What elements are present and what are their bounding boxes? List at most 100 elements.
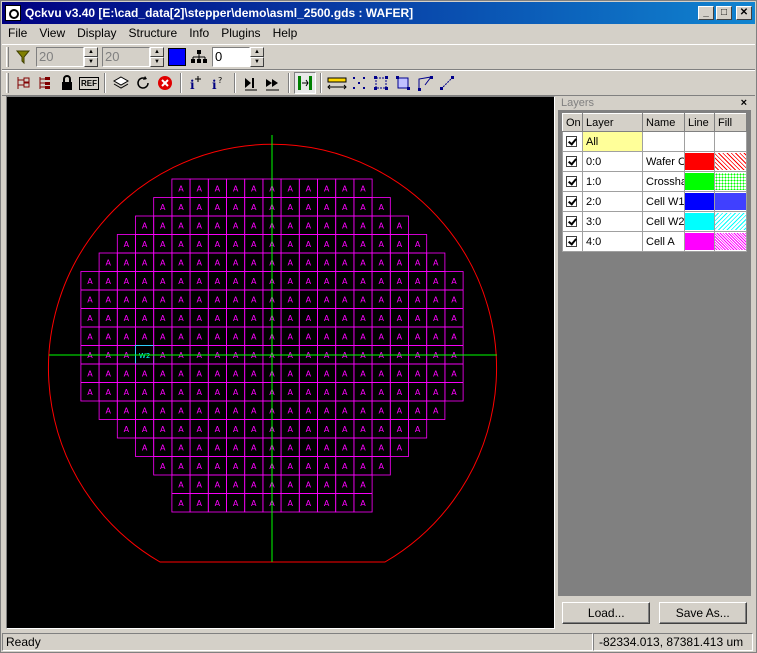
layer-row[interactable]: 4:0 Cell A xyxy=(562,231,747,252)
cell-label: A xyxy=(124,369,130,378)
select-line-icon[interactable] xyxy=(436,72,458,94)
layer-row[interactable]: 1:0 Crossha xyxy=(562,171,747,192)
layer-visible-checkbox[interactable] xyxy=(562,151,583,172)
spin-up-icon[interactable]: ▲ xyxy=(84,47,98,57)
spin-up-icon[interactable]: ▲ xyxy=(250,47,264,57)
color-swatch-button[interactable] xyxy=(166,46,188,68)
cell-label: A xyxy=(287,462,293,471)
layer-visible-checkbox[interactable] xyxy=(562,131,583,152)
spin-down-icon[interactable]: ▼ xyxy=(84,57,98,67)
hierarchy-icon[interactable] xyxy=(188,46,210,68)
tree-view-icon[interactable] xyxy=(12,72,34,94)
layer-row[interactable]: All xyxy=(562,131,747,152)
info-query-icon[interactable]: i? xyxy=(208,72,230,94)
cell-label: A xyxy=(324,221,330,230)
cell-label: A xyxy=(251,295,257,304)
wafer-drawing[interactable]: A A A A A A A A A A A A A A A A A A A A A A A A A A A A A A A A A A A A A A A A… xyxy=(7,97,554,628)
layer-line-color[interactable] xyxy=(684,171,715,192)
maximize-button[interactable]: □ xyxy=(716,6,732,20)
refresh-icon[interactable] xyxy=(132,72,154,94)
filter-icon[interactable] xyxy=(12,46,34,68)
filter-min-input[interactable]: 20 xyxy=(36,47,84,67)
layout-canvas[interactable]: A A A A A A A A A A A A A A A A A A A A A A A A A A A A A A A A A A A A A A A A… xyxy=(6,96,555,629)
spin-up-icon[interactable]: ▲ xyxy=(150,47,164,57)
lock-icon[interactable] xyxy=(56,72,78,94)
select-box-icon[interactable] xyxy=(370,72,392,94)
layer-line-color[interactable] xyxy=(684,131,715,152)
depth-spinner[interactable]: 0 ▲ ▼ xyxy=(212,47,264,67)
menu-help[interactable]: Help xyxy=(267,24,304,43)
menu-info[interactable]: Info xyxy=(183,24,215,43)
cell-label: A xyxy=(324,240,330,249)
cell-label: A xyxy=(251,184,257,193)
header-name[interactable]: Name xyxy=(642,113,685,132)
cell-label: A xyxy=(342,443,348,452)
cell-label: A xyxy=(306,480,312,489)
select-rect-icon[interactable] xyxy=(392,72,414,94)
layers-icon[interactable] xyxy=(110,72,132,94)
line-color-swatch xyxy=(685,193,714,210)
measure-icon[interactable] xyxy=(326,72,348,94)
reference-button[interactable]: REF xyxy=(78,72,100,94)
header-on[interactable]: On xyxy=(562,113,583,132)
cell-label: A xyxy=(233,480,239,489)
layer-fill-pattern[interactable] xyxy=(714,131,747,152)
header-layer[interactable]: Layer xyxy=(582,113,643,132)
toolbar-grip[interactable] xyxy=(6,73,9,93)
layer-fill-pattern[interactable] xyxy=(714,231,747,252)
cell-label: A xyxy=(306,425,312,434)
layer-fill-pattern[interactable] xyxy=(714,211,747,232)
fit-toggle-icon[interactable] xyxy=(294,72,316,94)
load-button[interactable]: Load... xyxy=(562,601,651,624)
menu-plugins[interactable]: Plugins xyxy=(215,24,266,43)
layer-line-color[interactable] xyxy=(684,211,715,232)
menu-display[interactable]: Display xyxy=(71,24,122,43)
layer-line-color[interactable] xyxy=(684,231,715,252)
header-fill[interactable]: Fill xyxy=(714,113,747,132)
layer-fill-pattern[interactable] xyxy=(714,151,747,172)
cell-label: A xyxy=(215,314,221,323)
filter-max-spinner[interactable]: 20 ▲ ▼ xyxy=(102,47,164,67)
cell-label: A xyxy=(251,203,257,212)
minimize-button[interactable]: _ xyxy=(698,6,714,20)
step-forward-icon[interactable] xyxy=(240,72,262,94)
menu-structure[interactable]: Structure xyxy=(123,24,184,43)
menu-view[interactable]: View xyxy=(33,24,71,43)
info-plus-icon[interactable]: i xyxy=(186,72,208,94)
spin-down-icon[interactable]: ▼ xyxy=(150,57,164,67)
cell-label: A xyxy=(178,388,184,397)
filter-max-input[interactable]: 20 xyxy=(102,47,150,67)
app-icon[interactable] xyxy=(5,5,21,21)
close-button[interactable]: ✕ xyxy=(736,6,752,20)
layer-visible-checkbox[interactable] xyxy=(562,211,583,232)
layer-visible-checkbox[interactable] xyxy=(562,231,583,252)
panel-close-icon[interactable]: × xyxy=(741,96,747,110)
layer-line-color[interactable] xyxy=(684,151,715,172)
save-as-button[interactable]: Save As... xyxy=(658,601,747,624)
select-points-icon[interactable] xyxy=(348,72,370,94)
cell-label: A xyxy=(397,258,403,267)
toolbar-grip[interactable] xyxy=(6,47,9,67)
menu-file[interactable]: File xyxy=(2,24,33,43)
layer-row[interactable]: 2:0 Cell W1 xyxy=(562,191,747,212)
depth-input[interactable]: 0 xyxy=(212,47,250,67)
layer-row[interactable]: 0:0 Wafer C xyxy=(562,151,747,172)
layer-visible-checkbox[interactable] xyxy=(562,171,583,192)
spin-down-icon[interactable]: ▼ xyxy=(250,57,264,67)
layer-visible-checkbox[interactable] xyxy=(562,191,583,212)
layer-line-color[interactable] xyxy=(684,191,715,212)
title-bar[interactable]: Qckvu v3.40 [E:\cad_data[2]\stepper\demo… xyxy=(2,2,755,24)
cell-label: A xyxy=(233,462,239,471)
header-line[interactable]: Line xyxy=(684,113,715,132)
stop-icon[interactable] xyxy=(154,72,176,94)
cell-label: A xyxy=(215,203,221,212)
layer-fill-pattern[interactable] xyxy=(714,171,747,192)
select-path-icon[interactable] xyxy=(414,72,436,94)
filter-min-spinner[interactable]: 20 ▲ ▼ xyxy=(36,47,98,67)
layer-fill-pattern[interactable] xyxy=(714,191,747,212)
step-fast-icon[interactable] xyxy=(262,72,284,94)
cell-label: A xyxy=(87,277,93,286)
tree-expand-icon[interactable] xyxy=(34,72,56,94)
cell-label: A xyxy=(160,425,166,434)
layer-row[interactable]: 3:0 Cell W2 xyxy=(562,211,747,232)
